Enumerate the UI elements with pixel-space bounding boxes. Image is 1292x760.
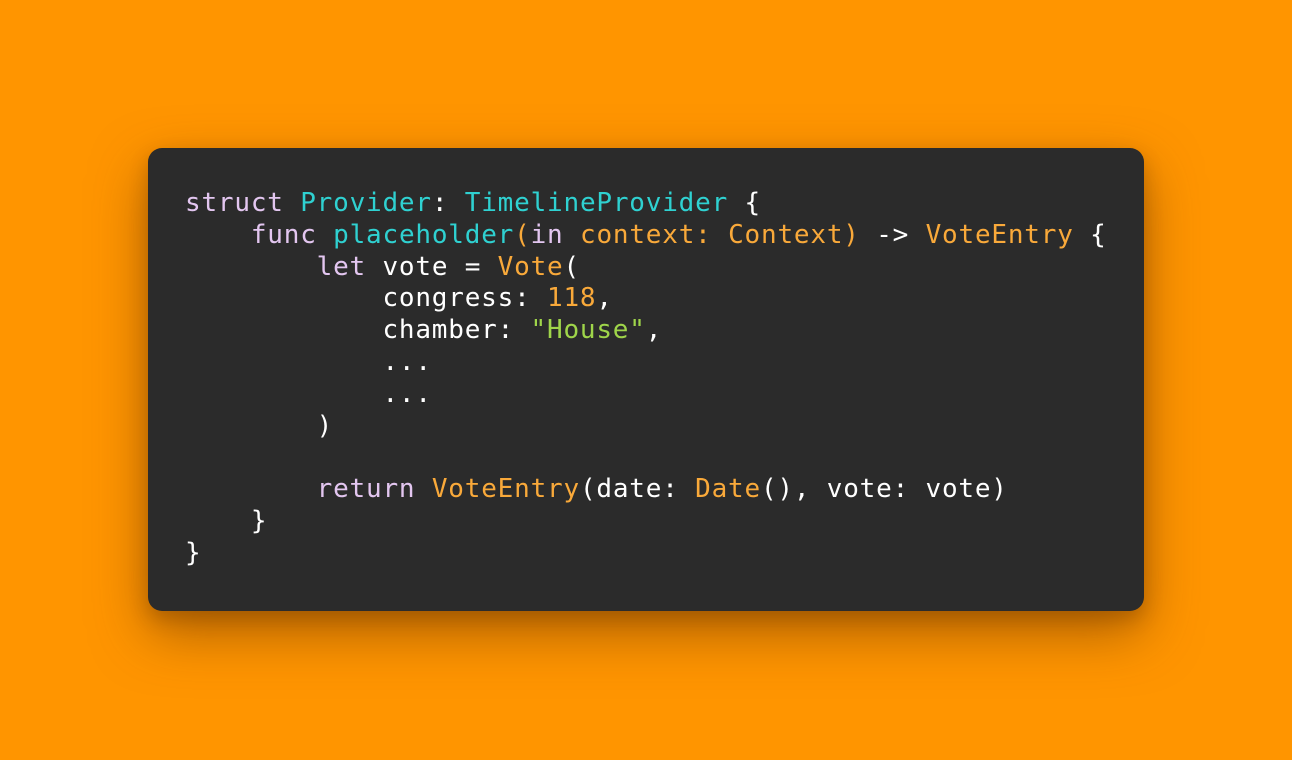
code-token-type-reference: VoteEntry [925,219,1074,250]
code-token-keyword: struct [185,188,284,218]
code-line: return VoteEntry(date: Date(), vote: vot… [185,474,1107,506]
code-token-type-reference: Vote [497,251,564,282]
code-line: struct Provider: TimelineProvider { [185,188,1107,220]
code-token-type-reference: Context [728,219,844,250]
code-token-string: "House" [530,315,646,346]
code-block: struct Provider: TimelineProvider { func… [185,188,1107,570]
code-token-type-declaration: placeholder [333,219,515,250]
code-line: func placeholder(in context: Context) ->… [185,220,1107,252]
code-token-type-reference: ) [843,219,860,250]
code-token-plain: ... [185,346,432,377]
code-token-type-reference: Date [695,474,761,505]
code-line: ) [185,411,1107,443]
code-line: congress: 118, [185,283,1107,315]
code-token-plain: : [431,188,465,218]
code-token-plain: chamber: [185,315,531,346]
code-snippet-card: struct Provider: TimelineProvider { func… [148,148,1144,611]
code-token-type-reference: VoteEntry [431,474,580,505]
code-token-plain: congress: [185,283,547,314]
code-token-plain: (), vote: vote) [760,474,1008,505]
code-token-type-reference: : [695,219,729,250]
code-line: let vote = Vote( [185,252,1107,284]
code-line: } [185,538,1107,570]
code-token-type-declaration: TimelineProvider [464,188,729,218]
code-line: ... [185,379,1107,411]
code-token-plain: ... [185,378,432,409]
code-token-plain: -> [859,219,926,250]
code-line: ... [185,347,1107,379]
code-token-keyword: let [316,251,367,282]
code-token-plain: (date: [579,474,696,505]
code-token-type-reference: ( [514,219,531,250]
code-token-number: 118 [546,283,597,314]
code-token-type-reference: context [579,219,696,250]
code-token-keyword: in [530,219,564,250]
code-token-plain: } [185,537,202,568]
code-line: } [185,506,1107,538]
code-token-type-declaration: Provider [300,188,432,218]
code-token-plain: { [1073,219,1107,250]
code-token-plain: } [185,505,268,536]
code-token-plain: vote = [366,251,498,282]
code-token-keyword: func [250,219,317,250]
code-token-keyword: return [316,474,416,505]
code-token-plain: { [728,188,761,218]
code-token-plain: , [596,283,613,314]
code-token-plain: ) [185,410,334,441]
code-token-plain: ( [563,251,580,282]
code-line: chamber: "House", [185,315,1107,347]
code-token-plain: , [645,315,663,346]
